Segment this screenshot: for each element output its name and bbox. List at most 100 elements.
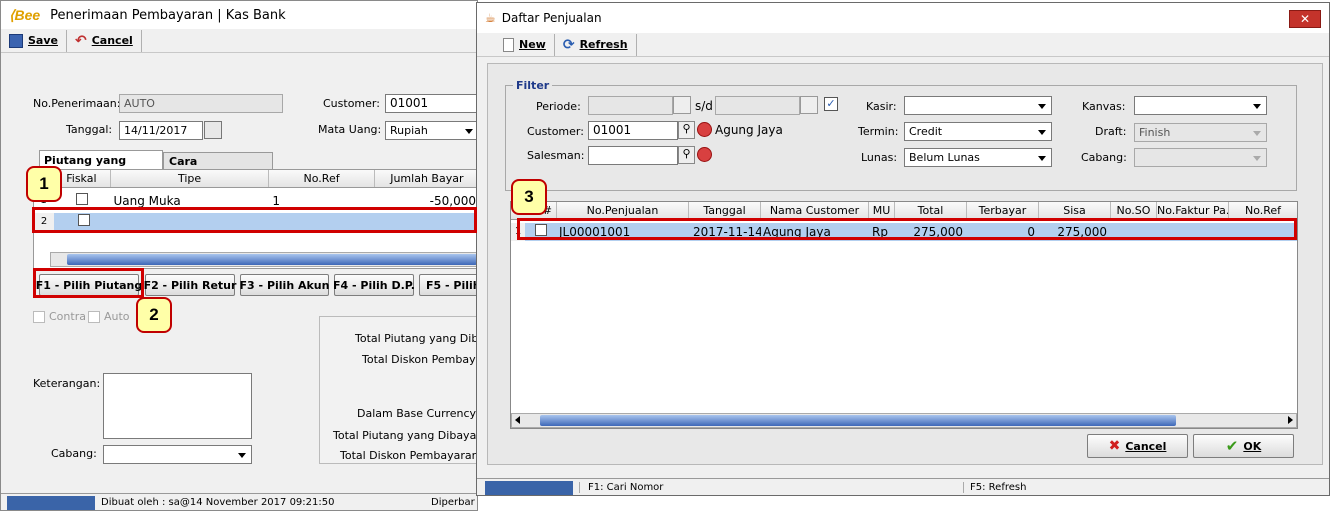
col-tanggal[interactable]: Tanggal xyxy=(689,202,761,219)
pilih-retur-button[interactable]: F2 - Pilih Retur xyxy=(144,274,236,296)
col-no-faktur[interactable]: No.Faktur Pa... xyxy=(1157,202,1229,219)
auto-checkbox[interactable]: Auto xyxy=(88,310,130,323)
refresh-button[interactable]: ⟳ Refresh xyxy=(555,33,637,56)
ok-button[interactable]: ✔ OK xyxy=(1193,434,1294,458)
col-no-penjualan[interactable]: No.Penjualan xyxy=(557,202,689,219)
clear-icon[interactable] xyxy=(697,122,712,137)
total-diskon-rp-label: Total Diskon Pembayaran Rp xyxy=(340,449,478,462)
total-diskon-label: Total Diskon Pembayara xyxy=(362,353,477,366)
search-icon[interactable]: ⚲ xyxy=(678,146,695,164)
checkmark-icon: ✔ xyxy=(1225,437,1239,455)
fiskal-checkbox[interactable] xyxy=(75,193,88,205)
tanggal-label: Tanggal: xyxy=(66,123,113,136)
cancel-x-icon: ✖ xyxy=(1108,438,1121,454)
highlight-box-pilih-piutang xyxy=(33,268,144,298)
left-window-title: Penerimaan Pembayaran | Kas Bank xyxy=(50,7,286,23)
kasir-label: Kasir: xyxy=(866,100,897,113)
lunas-select[interactable]: Belum Lunas xyxy=(904,148,1052,167)
col-nama-customer[interactable]: Nama Customer xyxy=(761,202,869,219)
periode-from-field[interactable] xyxy=(588,96,673,115)
keterangan-label: Keterangan: xyxy=(33,377,101,390)
calendar-icon[interactable] xyxy=(204,121,222,139)
no-penerimaan-field[interactable]: AUTO xyxy=(119,94,283,113)
kanvas-label: Kanvas: xyxy=(1082,100,1126,113)
col-jumlah-bayar[interactable]: Jumlah Bayar xyxy=(375,170,477,187)
right-statusbar: F1: Cari Nomor F5: Refresh xyxy=(477,478,1329,495)
f1-hint: F1: Cari Nomor xyxy=(579,482,963,493)
periode-label: Periode: xyxy=(536,100,581,113)
save-button[interactable]: Save xyxy=(1,29,67,52)
close-button[interactable]: ✕ xyxy=(1289,10,1321,28)
scroll-left-icon[interactable] xyxy=(515,416,520,424)
col-mu[interactable]: MU xyxy=(869,202,895,219)
undo-icon: ↶ xyxy=(74,32,87,49)
left-toolbar: Save ↶ Cancel xyxy=(1,29,477,53)
new-button[interactable]: New xyxy=(495,33,555,56)
col-no-so[interactable]: No.SO xyxy=(1111,202,1157,219)
col-total[interactable]: Total xyxy=(895,202,967,219)
salesman-field[interactable] xyxy=(588,146,678,165)
pilih-dp-button[interactable]: F4 - Pilih D.P. xyxy=(333,274,415,296)
left-titlebar: ⟨Bee Penerimaan Pembayaran | Kas Bank xyxy=(1,1,477,29)
right-titlebar: ☕ Daftar Penjualan ✕ xyxy=(477,3,1329,33)
dialog-cancel-button[interactable]: ✖ Cancel xyxy=(1087,434,1188,458)
col-terbayar[interactable]: Terbayar xyxy=(967,202,1039,219)
cabang-select[interactable] xyxy=(103,445,252,464)
horizontal-scrollbar[interactable] xyxy=(511,413,1297,428)
col-no-ref[interactable]: No.Ref xyxy=(1229,202,1297,219)
draft-label: Draft: xyxy=(1095,125,1127,138)
total-piutang-rp-label: Total Piutang yang Dibayar Rp xyxy=(333,429,478,442)
contra-checkbox[interactable]: Contra xyxy=(33,310,86,323)
customer-filter-label: Customer: xyxy=(527,125,584,138)
bee-logo-icon: ⟨Bee xyxy=(9,6,41,23)
total-piutang-label: Total Piutang yang Dibaya xyxy=(355,332,478,345)
scroll-right-icon[interactable] xyxy=(1288,416,1293,424)
base-currency-label: Dalam Base Currency (R xyxy=(357,407,477,420)
kanvas-select[interactable] xyxy=(1134,96,1267,115)
f5-hint: F5: Refresh xyxy=(963,482,1026,493)
col-tipe[interactable]: Tipe xyxy=(111,170,270,187)
horizontal-scrollbar[interactable] xyxy=(50,252,477,267)
cabang-filter-select[interactable] xyxy=(1134,148,1267,167)
cancel-button[interactable]: ↶ Cancel xyxy=(67,29,142,52)
keterangan-textarea[interactable] xyxy=(103,373,252,439)
clear-icon[interactable] xyxy=(697,147,712,162)
step-badge-3: 3 xyxy=(511,179,547,215)
left-statusbar: Dibuat oleh : sa@14 November 2017 09:21:… xyxy=(1,493,477,510)
customer-name: Agung Jaya xyxy=(715,123,783,137)
tab-cara-pembayaran[interactable]: Cara Pembayaran xyxy=(163,152,273,181)
piutang-grid-header: Fiskal Tipe No.Ref Jumlah Bayar xyxy=(34,170,477,188)
tanggal-field[interactable]: 14/11/2017 xyxy=(119,121,203,140)
save-icon xyxy=(9,33,23,48)
draft-select[interactable]: Finish xyxy=(1134,123,1267,142)
pilih-akun-button[interactable]: F3 - Pilih Akun xyxy=(240,274,329,296)
calendar-icon[interactable] xyxy=(800,96,818,114)
termin-select[interactable]: Credit xyxy=(904,122,1052,141)
mata-uang-label: Mata Uang: xyxy=(318,123,382,136)
step-badge-2: 2 xyxy=(136,297,172,333)
kasir-select[interactable] xyxy=(904,96,1052,115)
calendar-icon[interactable] xyxy=(673,96,691,114)
col-sisa[interactable]: Sisa xyxy=(1039,202,1111,219)
dibuat-oleh: Dibuat oleh : sa@14 November 2017 09:21:… xyxy=(101,497,335,508)
cabang-label: Cabang: xyxy=(51,447,97,460)
diperbarui-oleh: Diperbarui oleh : sa@14 November 2017 09… xyxy=(431,497,475,508)
highlight-box-penjualan-row xyxy=(517,218,1297,240)
search-icon[interactable]: ⚲ xyxy=(678,121,695,139)
col-no-ref[interactable]: No.Ref xyxy=(269,170,375,187)
periode-checkbox[interactable]: ✓ xyxy=(824,97,838,111)
right-toolbar: New ⟳ Refresh xyxy=(477,33,1329,57)
java-icon: ☕ xyxy=(485,11,496,25)
customer-field[interactable]: 01001 xyxy=(385,94,477,113)
refresh-icon: ⟳ xyxy=(562,36,575,53)
pilih-button-5[interactable]: F5 - Pilih I xyxy=(419,274,477,296)
no-penerimaan-label: No.Penerimaan: xyxy=(33,97,121,110)
salesman-label: Salesman: xyxy=(527,149,585,162)
termin-label: Termin: xyxy=(858,125,899,138)
mata-uang-select[interactable]: Rupiah xyxy=(385,121,477,140)
highlight-box-row xyxy=(32,207,477,233)
cabang-filter-label: Cabang: xyxy=(1081,151,1127,164)
filter-legend: Filter xyxy=(513,79,553,92)
customer-filter-field[interactable]: 01001 xyxy=(588,121,678,140)
periode-to-field[interactable] xyxy=(715,96,800,115)
